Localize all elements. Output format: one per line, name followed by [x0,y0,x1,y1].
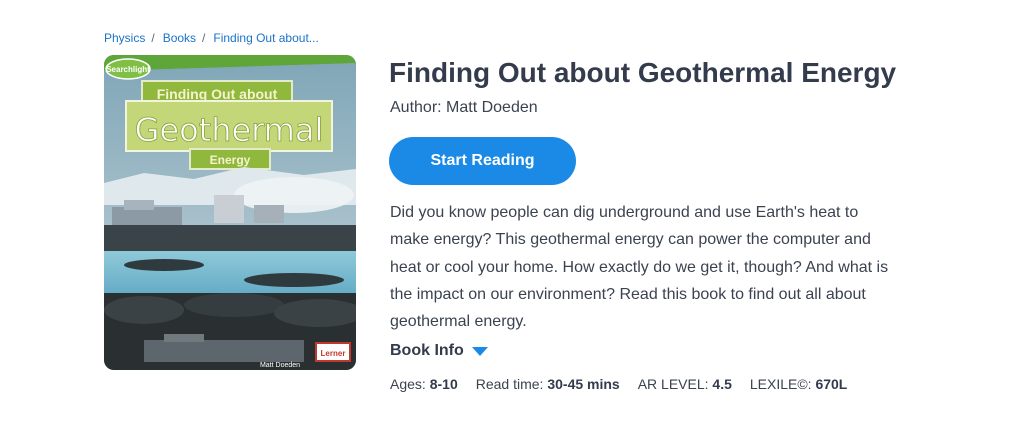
book-title: Finding Out about Geothermal Energy [389,57,897,88]
meta-ages: Ages: 8-10 [390,376,458,392]
breadcrumb-current[interactable]: Finding Out about... [213,31,318,45]
meta-lexile-label: LEXILE©: [749,376,816,392]
book-description: Did you know people can dig underground … [390,204,889,331]
meta-ar-label: AR LEVEL: [637,376,713,392]
book-author: Author: Matt Doeden [390,99,538,116]
meta-ages-label: Ages: [390,376,430,392]
meta-lexile-value: 670L [815,376,848,392]
breadcrumb-separator: / [151,31,155,45]
book-info-toggle[interactable]: Book Info [390,342,488,360]
breadcrumb-books[interactable]: Books [163,31,196,45]
start-reading-button[interactable]: Start Reading [389,137,576,185]
meta-readtime: Read time: 30-45 mins [476,376,620,392]
book-meta: Ages: 8-10 Read time: 30-45 mins AR LEVE… [390,376,865,392]
meta-lexile: LEXILE©: 670L [750,376,848,392]
meta-readtime-value: 30-45 mins [547,376,620,392]
breadcrumb-physics[interactable]: Physics [104,31,145,45]
cover-title-bottom: Energy [210,153,251,167]
meta-readtime-label: Read time: [475,376,548,392]
cover-title-main: Geothermal [135,111,324,149]
cover-author: Matt Doeden [260,362,300,369]
book-cover[interactable]: Searchlight Finding Out about Geothermal… [104,55,356,370]
book-info-label: Book Info [390,342,464,359]
series-badge-text: Searchlight [106,65,150,74]
meta-ages-value: 8-10 [429,376,458,392]
cover-publisher: Lerner [321,349,346,358]
book-cover-image: Searchlight Finding Out about Geothermal… [104,55,356,370]
cover-title-top: Finding Out about [157,86,278,102]
breadcrumb-separator: / [202,31,206,45]
meta-ar-level: AR LEVEL: 4.5 [638,376,732,392]
breadcrumb: Physics / Books / Finding Out about... [104,31,319,45]
caret-down-icon [471,346,488,356]
meta-ar-value: 4.5 [712,376,732,392]
